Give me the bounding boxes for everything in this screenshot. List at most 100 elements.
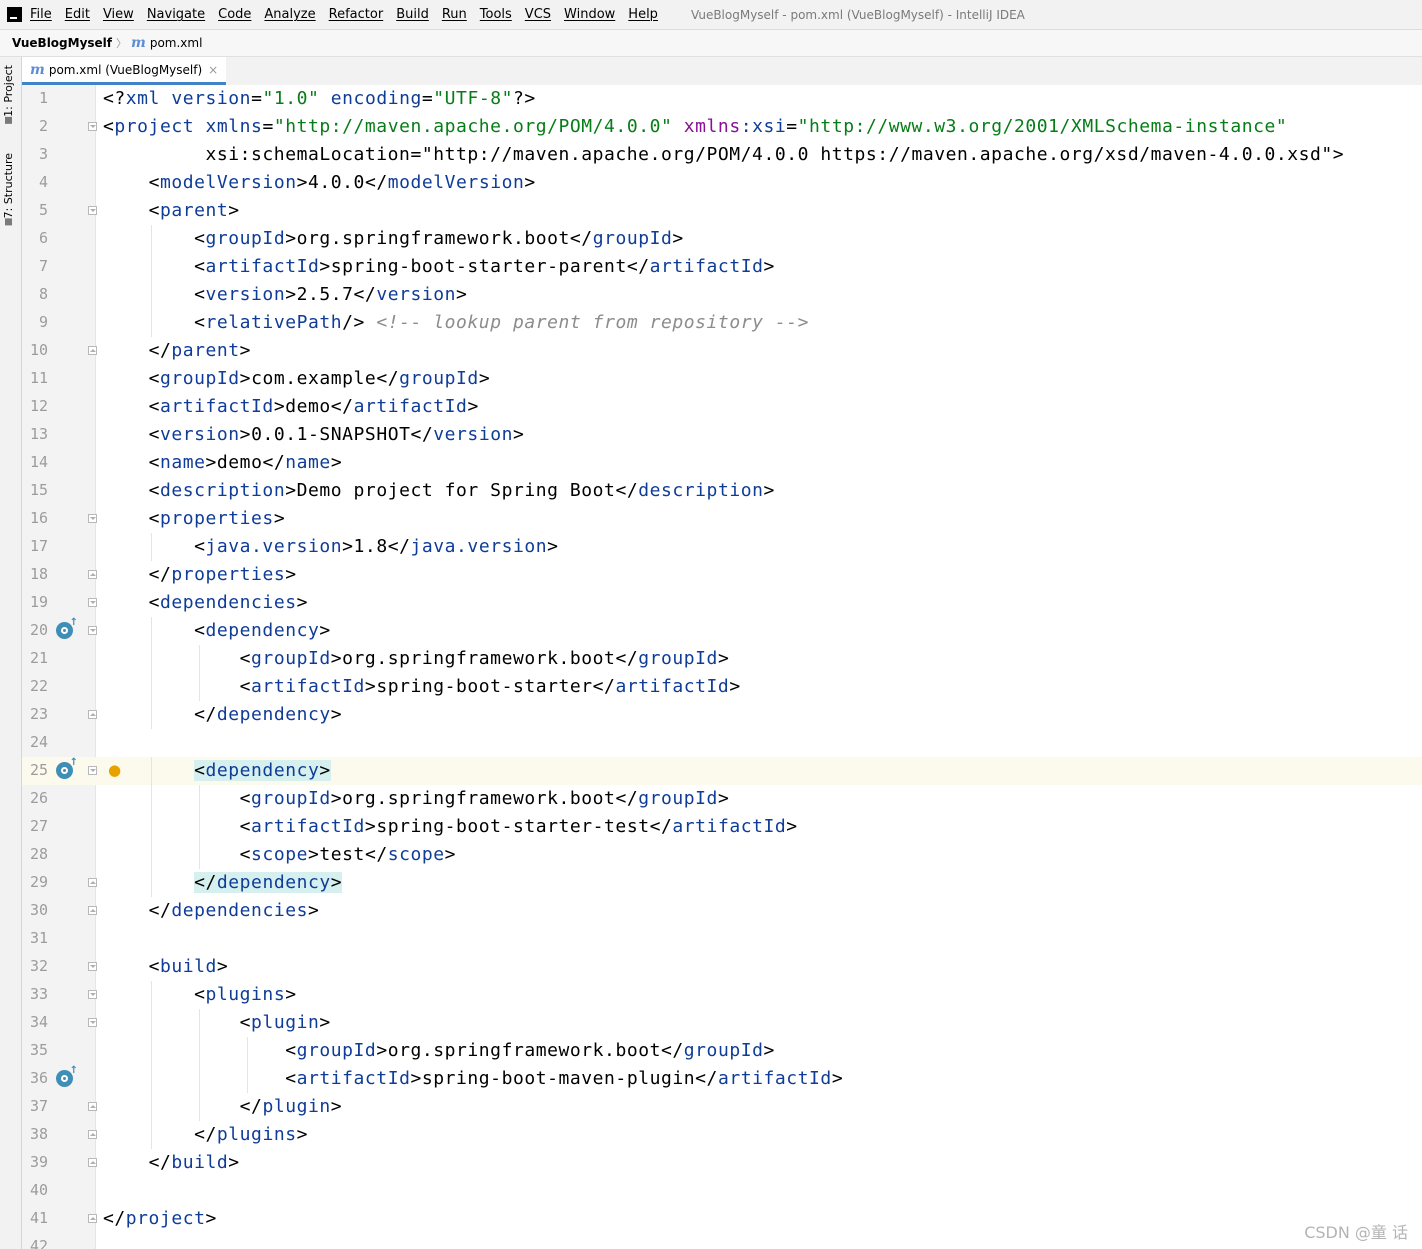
code-line[interactable]: 36 ↑ <artifactId>spring-boot-maven-plugin… [22, 1065, 1422, 1093]
fold-collapse-icon[interactable] [88, 122, 97, 131]
code-line[interactable]: 9 <relativePath/> <!-- lookup parent fro… [22, 309, 1422, 337]
menu-analyze[interactable]: Analyze [264, 7, 315, 22]
code-line[interactable]: 34 <plugin> [22, 1009, 1422, 1037]
line-number: 30 [29, 901, 48, 919]
line-number: 23 [29, 705, 48, 723]
code-line[interactable]: 1 <?xml version="1.0" encoding="UTF-8"?> [22, 85, 1422, 113]
fold-collapse-icon[interactable] [88, 206, 97, 215]
line-number: 14 [29, 453, 48, 471]
code-line[interactable]: 20 ↑ <dependency> [22, 617, 1422, 645]
menu-code[interactable]: Code [218, 7, 251, 22]
code-line[interactable]: 15 <description>Demo project for Spring … [22, 477, 1422, 505]
code-text: <artifactId>spring-boot-starter-parent</… [194, 256, 775, 277]
code-line[interactable]: 11 <groupId>com.example</groupId> [22, 365, 1422, 393]
code-line[interactable]: 8 <version>2.5.7</version> [22, 281, 1422, 309]
code-line[interactable]: 17 <java.version>1.8</java.version> [22, 533, 1422, 561]
code-line[interactable]: 5 <parent> [22, 197, 1422, 225]
code-line[interactable]: 32 <build> [22, 953, 1422, 981]
fold-end-icon[interactable] [88, 346, 97, 355]
code-line[interactable]: 10 </parent> [22, 337, 1422, 365]
code-line[interactable]: 4 <modelVersion>4.0.0</modelVersion> [22, 169, 1422, 197]
line-number: 19 [29, 593, 48, 611]
fold-end-icon[interactable] [88, 710, 97, 719]
fold-collapse-icon[interactable] [88, 990, 97, 999]
fold-collapse-icon[interactable] [88, 514, 97, 523]
fold-collapse-icon[interactable] [88, 598, 97, 607]
code-line[interactable]: 30 </dependencies> [22, 897, 1422, 925]
watermark: CSDN @童 话 [1304, 1223, 1408, 1242]
breadcrumb-file[interactable]: pom.xml [150, 36, 203, 50]
code-line[interactable]: 2 <project xmlns="http://maven.apache.org… [22, 113, 1422, 141]
code-line[interactable]: 12 <artifactId>demo</artifactId> [22, 393, 1422, 421]
line-number: 11 [29, 369, 48, 387]
line-number: 36 [29, 1069, 48, 1087]
code-line[interactable]: 21 <groupId>org.springframework.boot</gr… [22, 645, 1422, 673]
fold-collapse-icon[interactable] [88, 1018, 97, 1027]
menu-view[interactable]: View [103, 7, 134, 22]
code-line[interactable]: 13 <version>0.0.1-SNAPSHOT</version> [22, 421, 1422, 449]
menu-tools[interactable]: Tools [480, 7, 512, 22]
menu-help[interactable]: Help [628, 7, 658, 22]
line-number: 7 [38, 257, 48, 275]
code-line[interactable]: 40 [22, 1177, 1422, 1205]
menu-refactor[interactable]: Refactor [329, 7, 384, 22]
fold-end-icon[interactable] [88, 1102, 97, 1111]
code-line[interactable]: 3 xsi:schemaLocation="http://maven.apach… [22, 141, 1422, 169]
maven-dependency-icon[interactable]: ↑ [56, 618, 78, 639]
fold-end-icon[interactable] [88, 1130, 97, 1139]
menu-file[interactable]: File [30, 7, 52, 22]
close-icon[interactable]: × [208, 63, 218, 77]
maven-dependency-icon[interactable]: ↑ [56, 758, 78, 779]
fold-end-icon[interactable] [88, 906, 97, 915]
code-line[interactable]: 27 <artifactId>spring-boot-starter-test<… [22, 813, 1422, 841]
fold-end-icon[interactable] [88, 1158, 97, 1167]
menu-build[interactable]: Build [396, 7, 429, 22]
code-text: <dependency> [194, 620, 331, 641]
fold-collapse-icon[interactable] [88, 626, 97, 635]
menu-vcs[interactable]: VCS [525, 7, 551, 22]
code-line[interactable]: 23 </dependency> [22, 701, 1422, 729]
code-line[interactable]: 19 <dependencies> [22, 589, 1422, 617]
fold-collapse-icon[interactable] [88, 766, 97, 775]
code-line[interactable]: 38 </plugins> [22, 1121, 1422, 1149]
fold-end-icon[interactable] [88, 1214, 97, 1223]
menu-run[interactable]: Run [442, 7, 467, 22]
code-editor[interactable]: 1 <?xml version="1.0" encoding="UTF-8"?> 2… [22, 85, 1422, 1249]
tool-tab-project[interactable]: 1: Project [2, 65, 15, 128]
code-text: <artifactId>spring-boot-starter-test</ar… [239, 816, 798, 837]
menu-window[interactable]: Window [564, 7, 615, 22]
menu-edit[interactable]: Edit [65, 7, 90, 22]
code-text: <version>2.5.7</version> [194, 284, 468, 305]
breadcrumb-project[interactable]: VueBlogMyself [12, 36, 112, 50]
maven-dependency-icon[interactable]: ↑ [56, 1066, 78, 1087]
code-line[interactable]: 24 [22, 729, 1422, 757]
code-line[interactable]: 42 [22, 1233, 1422, 1249]
code-text: <project xmlns="http://maven.apache.org/… [103, 116, 1288, 137]
fold-end-icon[interactable] [88, 570, 97, 579]
tool-tab-structure[interactable]: 7: Structure [2, 153, 15, 229]
tab-pom-xml[interactable]: m pom.xml (VueBlogMyself) × [22, 57, 227, 85]
code-line[interactable]: 39 </build> [22, 1149, 1422, 1177]
code-line[interactable]: 16 <properties> [22, 505, 1422, 533]
code-line[interactable]: 25 ↑ ● <dependency> [22, 757, 1422, 785]
code-line[interactable]: 41 </project> [22, 1205, 1422, 1233]
code-line[interactable]: 26 <groupId>org.springframework.boot</gr… [22, 785, 1422, 813]
menu-navigate[interactable]: Navigate [147, 7, 205, 22]
code-line[interactable]: 18 </properties> [22, 561, 1422, 589]
code-text: <artifactId>spring-boot-maven-plugin</ar… [285, 1068, 844, 1089]
code-line[interactable]: 7 <artifactId>spring-boot-starter-parent… [22, 253, 1422, 281]
code-line[interactable]: 14 <name>demo</name> [22, 449, 1422, 477]
code-line[interactable]: 29 </dependency> [22, 869, 1422, 897]
code-line[interactable]: 35 <groupId>org.springframework.boot</gr… [22, 1037, 1422, 1065]
code-line[interactable]: 22 <artifactId>spring-boot-starter</arti… [22, 673, 1422, 701]
code-line[interactable]: 6 <groupId>org.springframework.boot</gro… [22, 225, 1422, 253]
code-line[interactable]: 37 </plugin> [22, 1093, 1422, 1121]
structure-icon [5, 218, 12, 226]
code-line[interactable]: 33 <plugins> [22, 981, 1422, 1009]
code-text: <artifactId>spring-boot-starter</artifac… [239, 676, 741, 697]
fold-collapse-icon[interactable] [88, 962, 97, 971]
line-number: 32 [29, 957, 48, 975]
code-line[interactable]: 28 <scope>test</scope> [22, 841, 1422, 869]
code-line[interactable]: 31 [22, 925, 1422, 953]
fold-end-icon[interactable] [88, 878, 97, 887]
